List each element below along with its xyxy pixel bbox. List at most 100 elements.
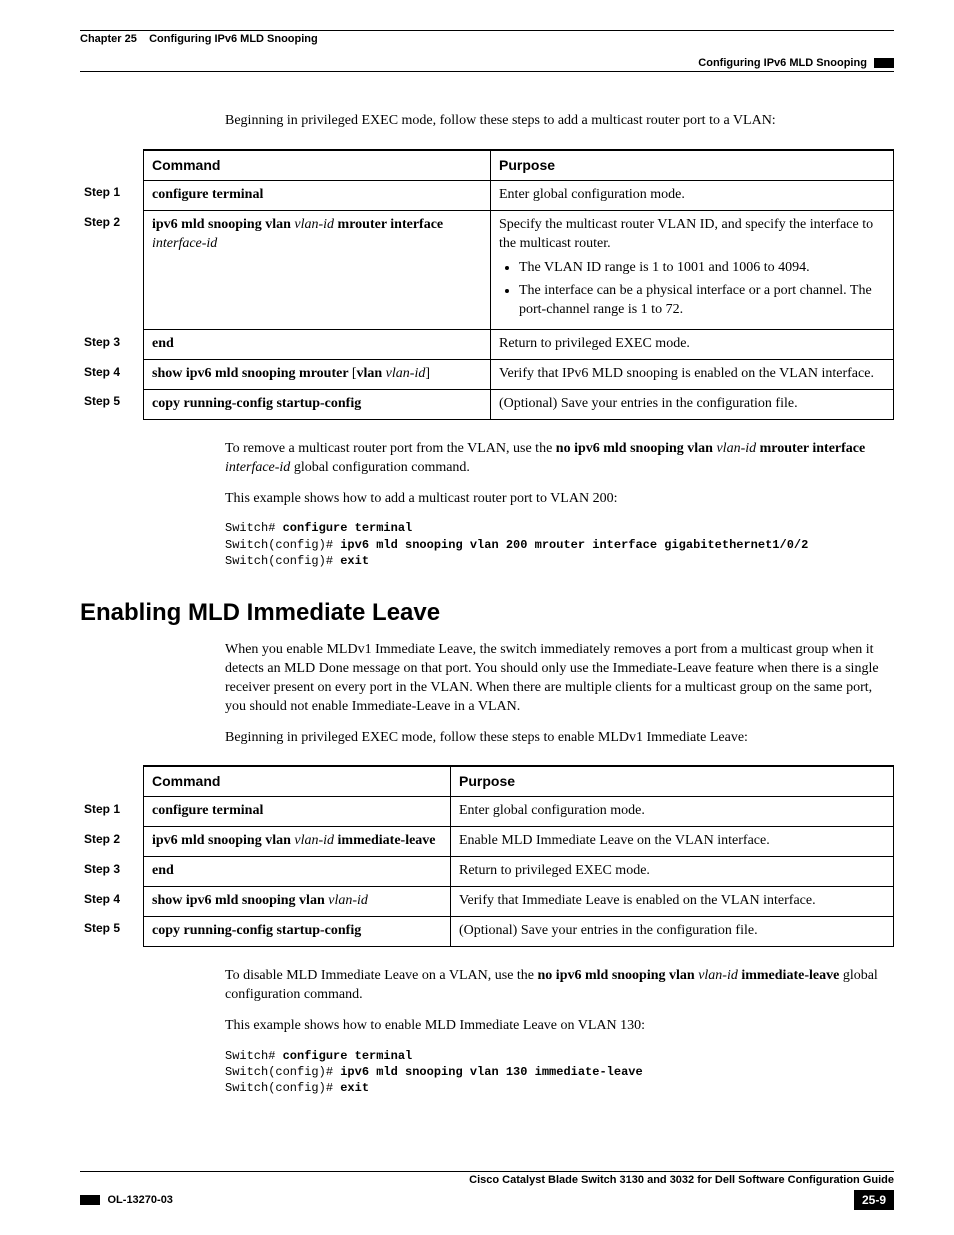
table-row: Step 5 copy running-config startup-confi… bbox=[80, 389, 894, 419]
purpose-cell: Enter global configuration mode. bbox=[491, 180, 894, 210]
section-title: Configuring IPv6 MLD Snooping bbox=[698, 57, 867, 69]
table-row: Step 3 end Return to privileged EXEC mod… bbox=[80, 857, 894, 887]
intro-paragraph: Beginning in privileged EXEC mode, follo… bbox=[225, 112, 894, 131]
table-row: Step 1 configure terminal Enter global c… bbox=[80, 180, 894, 210]
step-label: Step 5 bbox=[80, 916, 144, 946]
code-example-2: Switch# configure terminal Switch(config… bbox=[225, 1048, 894, 1097]
command-arg: vlan-id bbox=[294, 217, 334, 232]
command-cell: configure terminal bbox=[144, 797, 451, 827]
command-cell: end bbox=[144, 330, 491, 360]
code-command: exit bbox=[340, 554, 369, 568]
step-label: Step 1 bbox=[80, 797, 144, 827]
purpose-cell: Specify the multicast router VLAN ID, an… bbox=[491, 210, 894, 329]
purpose-text: Specify the multicast router VLAN ID, an… bbox=[499, 217, 873, 251]
intro-paragraph: When you enable MLDv1 Immediate Leave, t… bbox=[225, 641, 894, 717]
italic-text: interface-id bbox=[225, 460, 290, 475]
command-cell: copy running-config startup-config bbox=[144, 916, 451, 946]
intro-text-2: When you enable MLDv1 Immediate Leave, t… bbox=[225, 641, 894, 747]
italic-text: vlan-id bbox=[713, 441, 760, 456]
command-text: copy running-config startup-config bbox=[152, 396, 361, 411]
code-command: exit bbox=[340, 1081, 369, 1095]
table-row: Step 3 end Return to privileged EXEC mod… bbox=[80, 330, 894, 360]
italic-text: vlan-id bbox=[695, 968, 742, 983]
code-command: ipv6 mld snooping vlan 130 immediate-lea… bbox=[340, 1065, 642, 1079]
bold-text: mrouter interface bbox=[760, 441, 866, 456]
purpose-cell: (Optional) Save your entries in the conf… bbox=[491, 389, 894, 419]
footer-bottom-row: OL-13270-03 25-9 bbox=[80, 1190, 894, 1210]
code-prompt: Switch(config)# bbox=[225, 538, 340, 552]
command-text: ipv6 mld snooping vlan bbox=[152, 217, 294, 232]
command-cell: show ipv6 mld snooping mrouter [vlan vla… bbox=[144, 360, 491, 390]
step-label: Step 2 bbox=[80, 210, 144, 329]
page: Chapter 25 Configuring IPv6 MLD Snooping… bbox=[0, 0, 954, 1235]
intro-paragraph: Beginning in privileged EXEC mode, follo… bbox=[225, 729, 894, 748]
command-text: vlan bbox=[356, 366, 385, 381]
step-label: Step 3 bbox=[80, 857, 144, 887]
after-table-1: To remove a multicast router port from t… bbox=[225, 440, 894, 569]
table-row: Step 4 show ipv6 mld snooping mrouter [v… bbox=[80, 360, 894, 390]
table-header-purpose: Purpose bbox=[491, 150, 894, 180]
command-bracket: ] bbox=[425, 366, 430, 381]
command-cell: copy running-config startup-config bbox=[144, 389, 491, 419]
bold-text: immediate-leave bbox=[741, 968, 839, 983]
text: To disable MLD Immediate Leave on a VLAN… bbox=[225, 968, 538, 983]
command-cell: show ipv6 mld snooping vlan vlan-id bbox=[144, 887, 451, 917]
purpose-cell: Return to privileged EXEC mode. bbox=[451, 857, 894, 887]
remove-paragraph: To remove a multicast router port from t… bbox=[225, 440, 894, 478]
step-label: Step 5 bbox=[80, 389, 144, 419]
bold-text: no ipv6 mld snooping vlan bbox=[538, 968, 695, 983]
table-row: Step 5 copy running-config startup-confi… bbox=[80, 916, 894, 946]
table-row: Step 2 ipv6 mld snooping vlan vlan-id mr… bbox=[80, 210, 894, 329]
step-header-blank bbox=[80, 766, 144, 796]
code-example-1: Switch# configure terminal Switch(config… bbox=[225, 520, 894, 569]
step-label: Step 4 bbox=[80, 360, 144, 390]
section-bar: Configuring IPv6 MLD Snooping bbox=[80, 57, 894, 69]
chapter-label: Chapter 25 bbox=[80, 33, 137, 45]
command-text: copy running-config startup-config bbox=[152, 923, 361, 938]
command-arg: vlan-id bbox=[328, 893, 368, 908]
code-command: configure terminal bbox=[283, 1049, 413, 1063]
command-arg: interface-id bbox=[152, 236, 217, 251]
step-label: Step 2 bbox=[80, 827, 144, 857]
command-cell: ipv6 mld snooping vlan vlan-id immediate… bbox=[144, 827, 451, 857]
command-text: ipv6 mld snooping vlan bbox=[152, 833, 294, 848]
chapter-line: Chapter 25 Configuring IPv6 MLD Snooping bbox=[80, 33, 894, 45]
table-header-command: Command bbox=[144, 766, 451, 796]
command-text: show ipv6 mld snooping vlan bbox=[152, 893, 328, 908]
table-header-purpose: Purpose bbox=[451, 766, 894, 796]
page-number-badge: 25-9 bbox=[854, 1190, 894, 1210]
purpose-cell: Enable MLD Immediate Leave on the VLAN i… bbox=[451, 827, 894, 857]
table-row: Step 2 ipv6 mld snooping vlan vlan-id im… bbox=[80, 827, 894, 857]
chapter-title: Configuring IPv6 MLD Snooping bbox=[149, 33, 318, 45]
sub-rule bbox=[80, 71, 894, 72]
code-prompt: Switch(config)# bbox=[225, 1065, 340, 1079]
bullet-list: The VLAN ID range is 1 to 1001 and 1006 … bbox=[499, 259, 885, 320]
command-cell: ipv6 mld snooping vlan vlan-id mrouter i… bbox=[144, 210, 491, 329]
example-intro: This example shows how to enable MLD Imm… bbox=[225, 1017, 894, 1036]
footer-left: OL-13270-03 bbox=[80, 1192, 173, 1208]
command-text: end bbox=[152, 336, 174, 351]
command-arg: vlan-id bbox=[294, 833, 334, 848]
command-text: mrouter interface bbox=[334, 217, 443, 232]
command-cell: configure terminal bbox=[144, 180, 491, 210]
bold-text: no ipv6 mld snooping vlan bbox=[556, 441, 713, 456]
command-table-2: Command Purpose Step 1 configure termina… bbox=[80, 765, 894, 946]
command-table-1: Command Purpose Step 1 configure termina… bbox=[80, 149, 894, 420]
code-prompt: Switch# bbox=[225, 521, 283, 535]
code-command: ipv6 mld snooping vlan 200 mrouter inter… bbox=[340, 538, 808, 552]
section-heading: Enabling MLD Immediate Leave bbox=[80, 599, 894, 627]
code-prompt: Switch(config)# bbox=[225, 554, 340, 568]
example-intro: This example shows how to add a multicas… bbox=[225, 490, 894, 509]
list-item: The VLAN ID range is 1 to 1001 and 1006 … bbox=[519, 259, 885, 278]
purpose-cell: Return to privileged EXEC mode. bbox=[491, 330, 894, 360]
code-prompt: Switch(config)# bbox=[225, 1081, 340, 1095]
step-label: Step 4 bbox=[80, 887, 144, 917]
footer-guide-title: Cisco Catalyst Blade Switch 3130 and 303… bbox=[80, 1174, 894, 1186]
text: To remove a multicast router port from t… bbox=[225, 441, 556, 456]
purpose-cell: Enter global configuration mode. bbox=[451, 797, 894, 827]
code-command: configure terminal bbox=[283, 521, 413, 535]
purpose-cell: (Optional) Save your entries in the conf… bbox=[451, 916, 894, 946]
command-cell: end bbox=[144, 857, 451, 887]
text: global configuration command. bbox=[290, 460, 470, 475]
purpose-cell: Verify that IPv6 MLD snooping is enabled… bbox=[491, 360, 894, 390]
